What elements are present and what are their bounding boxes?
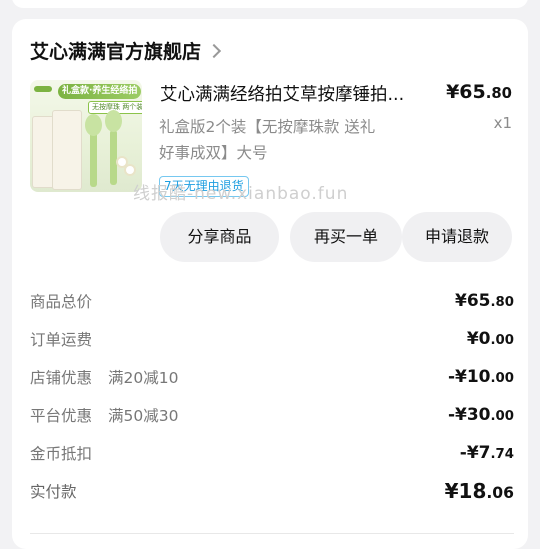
shop-discount-amount: -¥10.00 <box>447 367 514 387</box>
summary-row-shipping: 订单运费 ¥0.00 <box>30 329 514 349</box>
share-button[interactable]: 分享商品 <box>160 212 279 262</box>
summary-row-shop-discount: 店铺优惠 满20减10 -¥10.00 <box>30 367 514 387</box>
paid-amount: ¥18.06 <box>444 479 514 503</box>
previous-card <box>12 0 528 8</box>
summary-row-items-total: 商品总价 ¥65.80 <box>30 291 514 311</box>
order-card: 艾心满满官方旗舰店 礼盒款·养生经络拍 无按摩珠 两个装 艾心满满经络拍艾草按摩… <box>12 19 528 549</box>
shop-name[interactable]: 艾心满满官方旗舰店 <box>30 37 201 64</box>
product-title[interactable]: 艾心满满经络拍艾草按摩锤拍... <box>160 81 442 106</box>
hammer-handle <box>110 130 117 185</box>
product-spec: 礼盒版2个装【无按摩珠款 送礼 好事成双】大号 <box>159 118 376 162</box>
watermark-text: 线报酷-new.xianbao.fun <box>133 184 349 204</box>
items-total-amount: ¥65.80 <box>455 291 514 311</box>
coins-amount: -¥7.74 <box>459 443 514 463</box>
product-image[interactable]: 礼盒款·养生经络拍 无按摩珠 两个装 <box>30 80 142 192</box>
hammer-head <box>85 114 102 136</box>
refund-button[interactable]: 申请退款 <box>402 212 512 262</box>
gift-box <box>52 110 82 190</box>
flower-decoration <box>126 166 134 174</box>
flower-decoration <box>118 158 126 166</box>
divider <box>30 533 514 534</box>
shop-header[interactable]: 艾心满满官方旗舰店 <box>30 37 222 64</box>
hammer-head <box>105 110 122 132</box>
platform-discount-amount: -¥30.00 <box>447 405 514 425</box>
brand-logo <box>34 86 52 92</box>
summary-row-platform-discount: 平台优惠 满50减30 -¥30.00 <box>30 405 514 425</box>
product-price: ¥65.80 <box>446 81 512 103</box>
rebuy-button[interactable]: 再买一单 <box>290 212 402 262</box>
image-banner: 礼盒款·养生经络拍 <box>58 84 142 99</box>
chevron-right-icon[interactable] <box>206 43 222 58</box>
price-summary: 商品总价 ¥65.80 订单运费 ¥0.00 店铺优惠 满20减10 -¥10.… <box>30 282 514 510</box>
summary-row-coins: 金币抵扣 -¥7.74 <box>30 443 514 463</box>
summary-row-paid: 实付款 ¥18.06 <box>30 479 514 503</box>
shipping-amount: ¥0.00 <box>466 329 514 349</box>
hammer-handle <box>90 132 97 187</box>
product-quantity: x1 <box>493 114 512 132</box>
